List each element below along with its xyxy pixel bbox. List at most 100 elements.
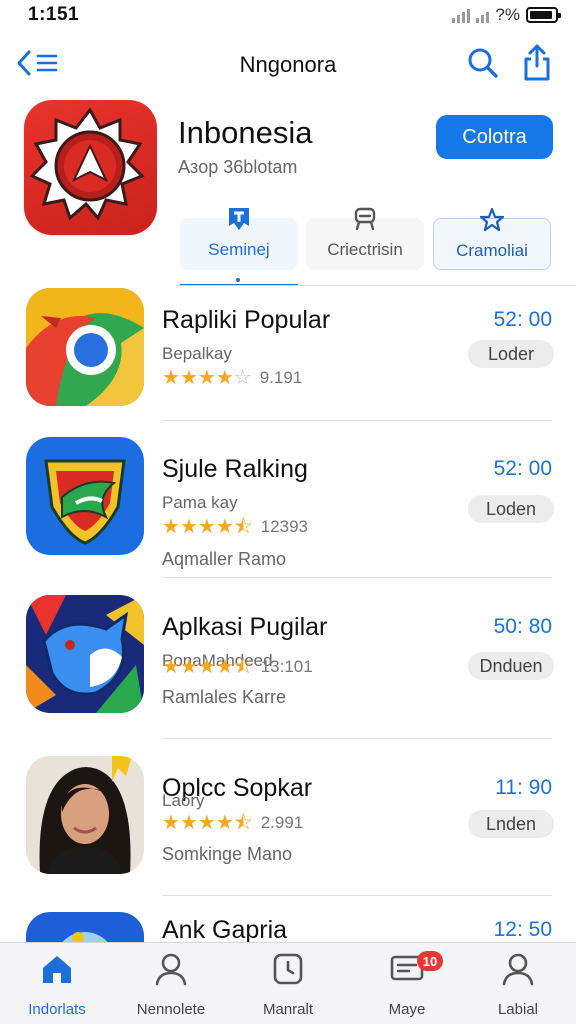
- home-icon: [43, 956, 71, 983]
- app-name: Aplkasi Pugilar: [162, 613, 328, 641]
- star-icon: ★: [197, 367, 216, 389]
- get-app-button[interactable]: Loden: [468, 495, 554, 523]
- star-icon: ★: [197, 812, 216, 834]
- tabbar-label: Manralt: [262, 1001, 314, 1018]
- shield-bird-icon: [26, 437, 144, 555]
- bird-game-icon: [26, 595, 144, 713]
- get-app-button[interactable]: Lnden: [468, 810, 554, 838]
- app-icon: [26, 912, 144, 942]
- tabbar-item-people[interactable]: Nennolete: [121, 951, 221, 1021]
- search-icon: [468, 48, 498, 78]
- get-app-button[interactable]: Dnduen: [468, 652, 554, 680]
- app-price: 50: 80: [493, 615, 552, 638]
- tabbar-item-clock[interactable]: Manralt: [238, 951, 338, 1021]
- app-icon: [26, 756, 144, 874]
- get-button[interactable]: Colotra: [436, 115, 553, 159]
- list-item[interactable]: Ank Gapria 12: 50: [0, 912, 576, 942]
- person-icon: [155, 953, 187, 986]
- parrot-chrome-icon: [26, 288, 144, 406]
- tab-seminej[interactable]: Seminej: [180, 208, 298, 270]
- star-icon: ★: [162, 812, 180, 834]
- tabbar-label: Nennolete: [136, 1001, 206, 1018]
- tabbar-item-profile[interactable]: Labial: [468, 951, 568, 1021]
- divider: [162, 577, 552, 578]
- tabbar-item-home[interactable]: Indorlats: [7, 951, 107, 1021]
- app-caption: Somkinge Mano: [162, 844, 293, 864]
- list-item[interactable]: Sjule Ralking Pama kay ★ ★ ★ ★ ⯪ 12393 Aqmal…: [0, 437, 576, 597]
- star-icon: ★: [215, 656, 234, 678]
- divider: [176, 285, 576, 286]
- status-bar: 1:151 ?%: [0, 0, 576, 30]
- app-price: 52: 00: [493, 457, 552, 480]
- tabbar-label: Labial: [497, 1001, 539, 1018]
- star-half-icon: ⯪: [233, 656, 253, 678]
- status-time: 1:151: [28, 4, 80, 25]
- tab-label: Cramoliai: [456, 241, 528, 260]
- rating: ★ ★ ★ ★ ⯪ 13:101: [162, 657, 313, 677]
- featured-app-title: Inbonesia: [178, 115, 313, 150]
- bookmark-t-icon: [229, 208, 249, 230]
- rating-count: 12393: [260, 517, 308, 536]
- rating: ★ ★ ★ ★ ⯪ 2.991: [162, 813, 303, 833]
- signal-icon: [452, 7, 471, 23]
- app-price: 12: 50: [493, 918, 552, 941]
- clock-icon: [273, 953, 303, 985]
- star-icon: ★: [179, 367, 198, 389]
- featured-app-icon[interactable]: [24, 100, 157, 235]
- star-half-icon: ⯪: [233, 812, 253, 834]
- divider: [162, 738, 552, 739]
- app-name: Ank Gapria: [162, 916, 288, 942]
- battery-percent: ?%: [495, 5, 520, 24]
- star-icon: ★: [179, 516, 198, 538]
- list-item[interactable]: Aplkasi Pugilar PonaMahdeed ★ ★ ★ ★ ⯪ 13:101…: [0, 595, 576, 755]
- battery-icon: [526, 7, 561, 23]
- navigation-bar: Nngonora: [0, 38, 576, 90]
- tabbar-label: Indorlats: [28, 1001, 86, 1018]
- rating-count: 9.191: [259, 368, 303, 387]
- app-developer: Laory: [162, 791, 205, 810]
- app-name: Rapliki Popular: [162, 306, 331, 334]
- featured-app-subtitle: Aзop 36blotam: [178, 157, 298, 177]
- tab-label: Criectrisin: [327, 240, 403, 259]
- star-icon: ★: [179, 812, 198, 834]
- search-button[interactable]: [466, 46, 500, 80]
- app-price: 52: 00: [493, 308, 552, 331]
- share-icon: [524, 44, 550, 81]
- shield-badge-icon: [29, 107, 145, 221]
- share-button[interactable]: [520, 42, 554, 82]
- tabbar-item-messages[interactable]: 10 Maye: [357, 951, 457, 1021]
- tab-bar: Indorlats Nennolete Manralt 10 Maye Labi…: [0, 942, 576, 1024]
- rating: ★ ★ ★ ★ ⯪ 12393: [162, 517, 308, 537]
- tabbar-label: Maye: [388, 1001, 426, 1018]
- star-icon: ★: [162, 656, 180, 678]
- star-icon: ★: [215, 367, 234, 389]
- app-icon: [26, 595, 144, 713]
- notification-badge: 10: [417, 951, 443, 971]
- portrait-icon: [26, 756, 144, 874]
- rating-count: 2.991: [260, 813, 304, 832]
- star-icon: ★: [197, 516, 216, 538]
- app-price: 11: 90: [495, 776, 552, 799]
- star-icon: [479, 207, 505, 232]
- divider: [162, 420, 552, 421]
- star-icon: ★: [162, 516, 180, 538]
- list-item[interactable]: Rapliki Popular Bepalkay ★ ★ ★ ★ ☆ 9.191 52:…: [0, 288, 576, 448]
- app-name: Sjule Ralking: [162, 455, 308, 483]
- app-caption: Ramlales Karre: [162, 687, 287, 707]
- category-tabs: Seminej Criectrisin Cramoliai: [176, 200, 556, 290]
- tab-cramoliai[interactable]: Cramoliai: [433, 207, 551, 270]
- tab-criectrisin[interactable]: Criectrisin: [306, 207, 424, 270]
- star-half-icon: ⯪: [233, 516, 253, 538]
- star-icon: ★: [162, 367, 180, 389]
- app-caption: Aqmaller Ramo: [162, 549, 287, 569]
- app-icon: [26, 437, 144, 555]
- star-icon: ★: [215, 516, 234, 538]
- app-developer: Bepalkay: [162, 344, 232, 363]
- list-item[interactable]: Oplcc Sopkar Laory ★ ★ ★ ★ ⯪ 2.991 Somkinge …: [0, 756, 576, 916]
- tab-label: Seminej: [208, 240, 270, 259]
- wifi-icon: [476, 7, 490, 23]
- app-developer: Pama kay: [162, 493, 238, 512]
- get-app-button[interactable]: Loder: [468, 340, 554, 368]
- status-indicators: ?%: [452, 5, 561, 25]
- app-icon: [26, 288, 144, 406]
